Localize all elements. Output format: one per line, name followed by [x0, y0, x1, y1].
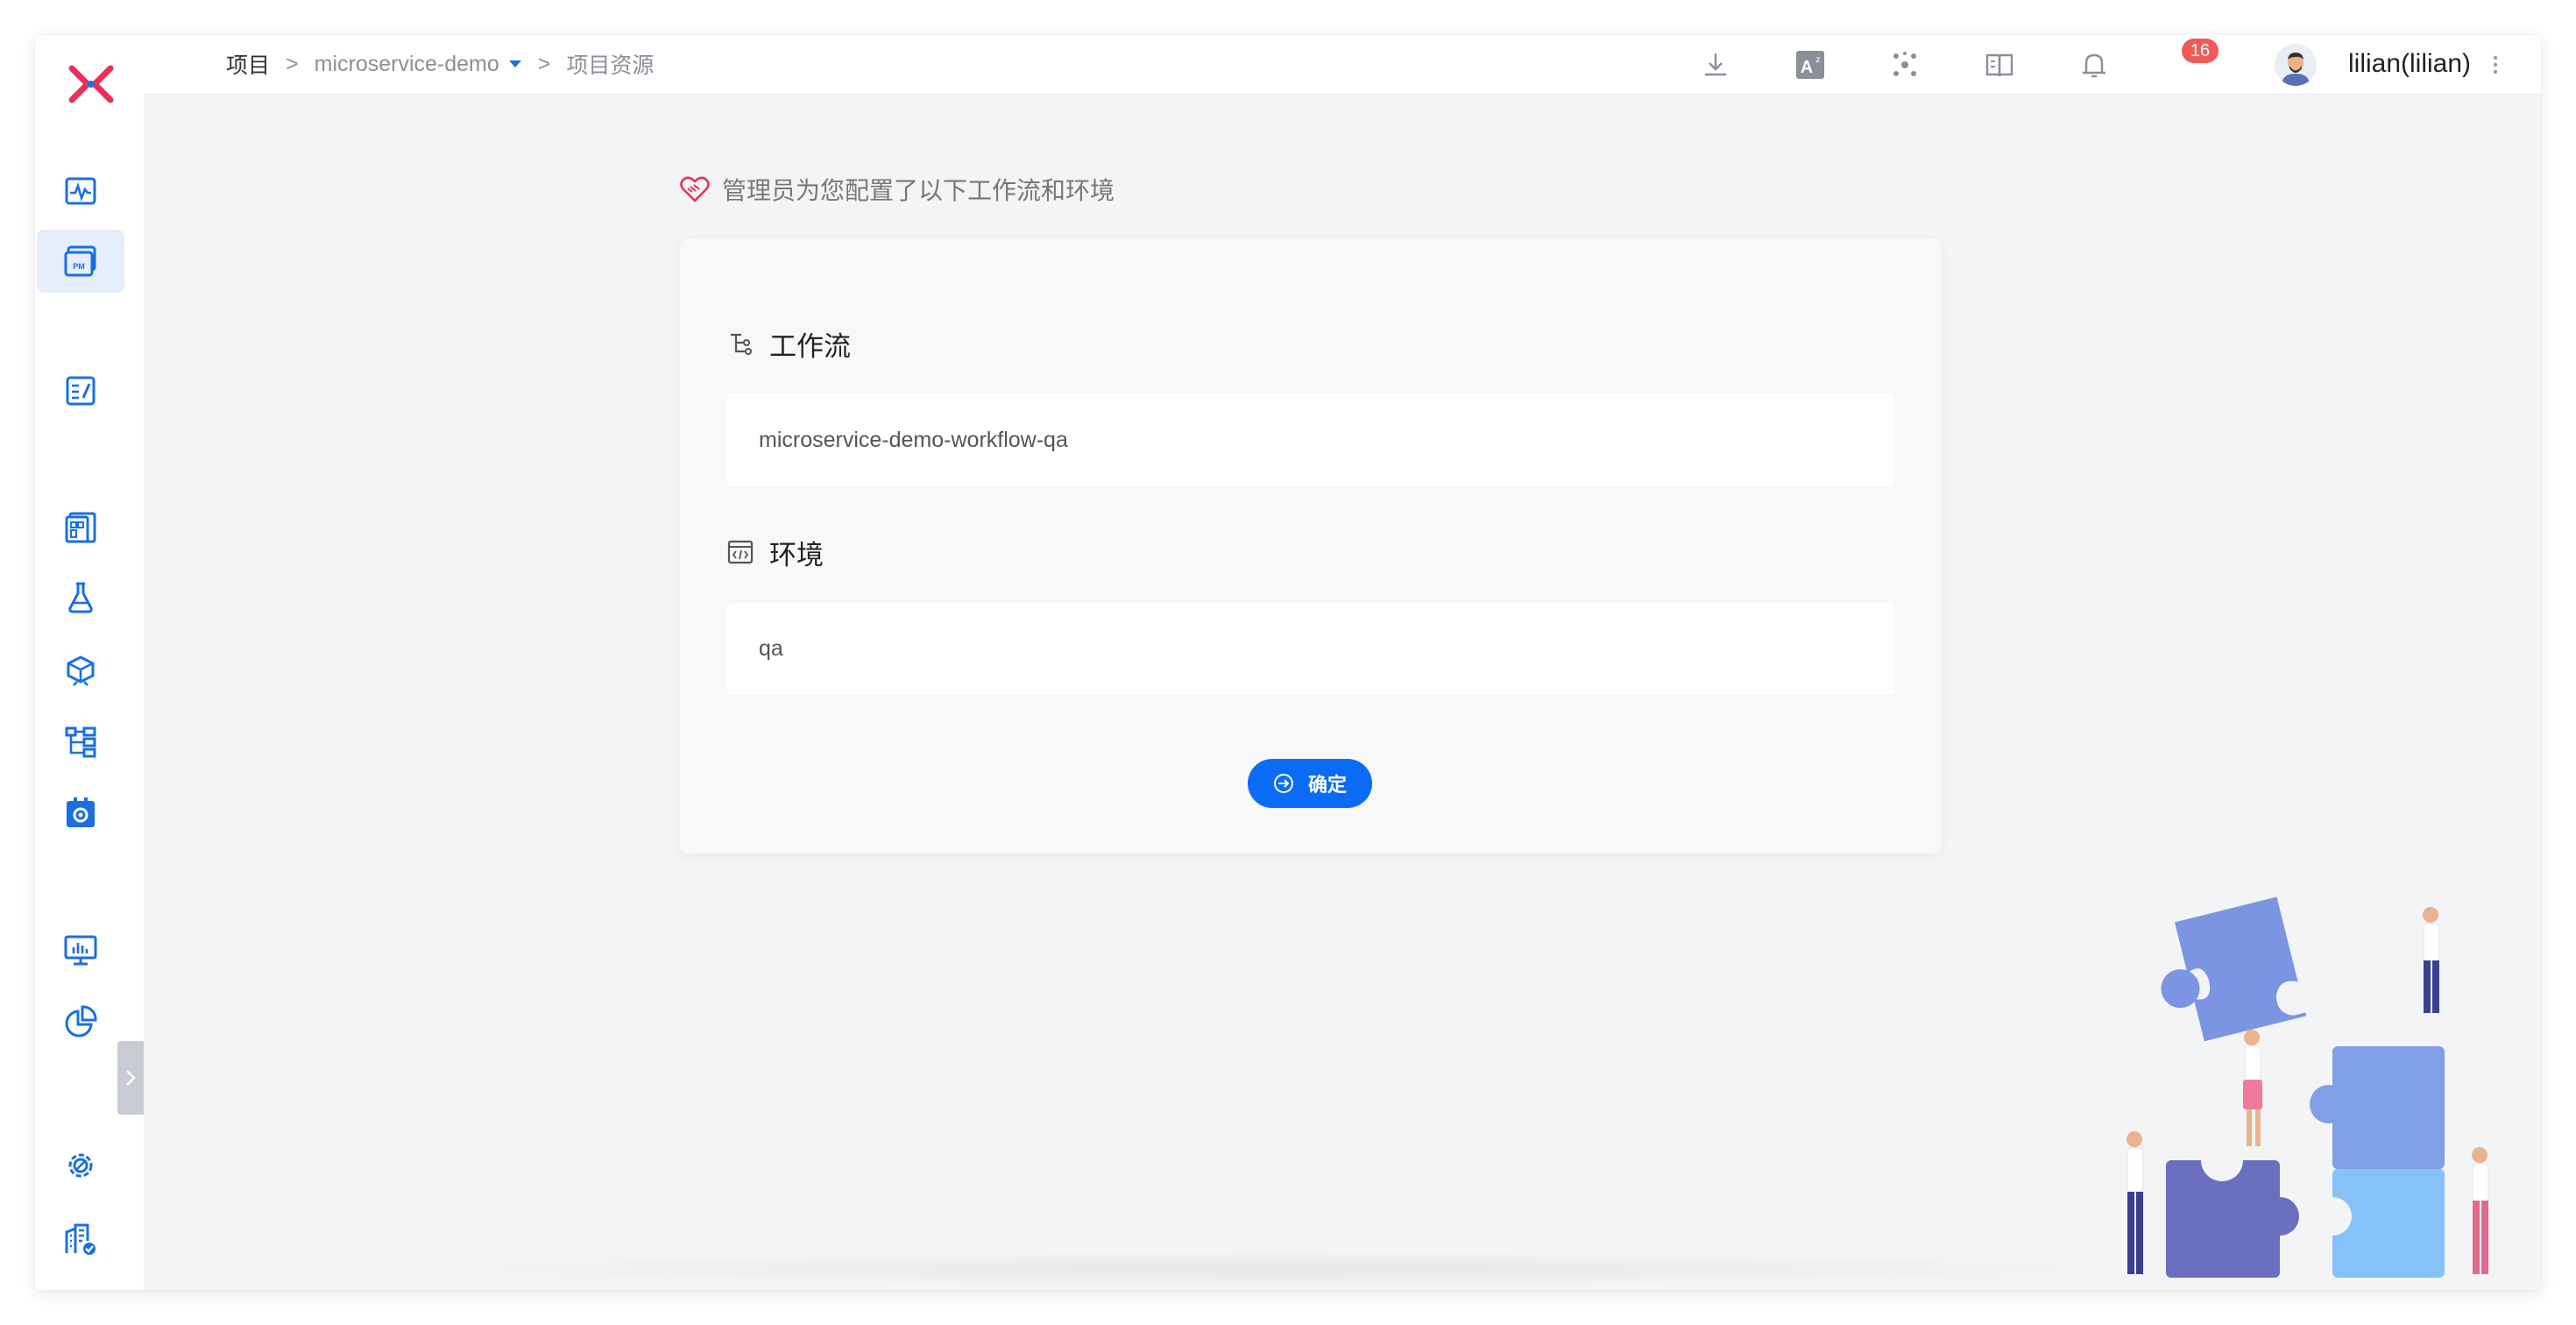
nav-monitor-pulse[interactable]	[37, 159, 124, 223]
building-check-icon	[65, 1223, 96, 1255]
breadcrumb-separator: >	[286, 51, 299, 76]
caret-down-icon	[508, 60, 521, 67]
docs-button[interactable]	[1982, 47, 2017, 82]
svg-text:PM: PM	[73, 262, 85, 271]
avatar[interactable]	[2275, 44, 2317, 86]
monitor-chart-icon	[64, 935, 97, 966]
workflow-item[interactable]: microservice-demo-workflow-qa	[727, 394, 1894, 485]
project-name: microservice-demo	[314, 51, 499, 76]
nav-settings-box[interactable]	[37, 782, 124, 845]
nav-flask[interactable]	[37, 566, 124, 629]
environment-section-title: 环境	[727, 535, 824, 570]
nav-project-pm[interactable]: PM	[37, 230, 124, 293]
project-selector[interactable]: microservice-demo	[315, 52, 522, 77]
cluster-icon	[1893, 52, 1916, 76]
book-icon	[1985, 53, 2013, 77]
nav-pie-chart[interactable]	[37, 990, 124, 1053]
confirm-button[interactable]: 确定	[1248, 759, 1372, 808]
username[interactable]: lilian(lilian)	[2348, 35, 2471, 93]
environment-title: 环境	[769, 539, 824, 570]
environment-code-icon	[727, 540, 754, 564]
pie-chart-icon	[65, 1005, 97, 1038]
settings-box-icon	[67, 797, 95, 827]
download-button[interactable]	[1698, 47, 1733, 82]
admin-notice: 管理员为您配置了以下工作流和环境	[680, 172, 1115, 207]
nav-package[interactable]	[37, 640, 124, 703]
svg-text:A: A	[1801, 58, 1813, 77]
workflow-name: microservice-demo-workflow-qa	[759, 427, 1068, 452]
more-vertical-icon	[2493, 55, 2498, 74]
translate-icon: A z	[1796, 51, 1824, 79]
workflow-title: 工作流	[769, 330, 851, 362]
cluster-button[interactable]	[1887, 47, 1922, 82]
nav-dashboard-grid[interactable]	[37, 496, 124, 559]
workflow-icon	[731, 333, 752, 355]
environment-name: qa	[759, 635, 783, 661]
workflow-tree-icon	[65, 726, 96, 758]
app-window: PM 项目 > microservice-demo > 项目资源 A z 16 …	[35, 35, 2541, 1290]
notifications-button[interactable]	[2077, 47, 2112, 82]
nav-settings[interactable]	[37, 1134, 124, 1197]
nav-building-check[interactable]	[37, 1208, 124, 1271]
dashboard-grid-icon	[65, 512, 96, 543]
handshake-heart-icon	[680, 176, 710, 202]
notice-text: 管理员为您配置了以下工作流和环境	[722, 177, 1115, 204]
confirm-label: 确定	[1307, 774, 1347, 796]
flask-icon	[68, 582, 93, 613]
edit-doc-icon	[66, 376, 96, 406]
resource-card: 工作流 microservice-demo-workflow-qa 环境 qa …	[680, 238, 1942, 854]
nav-edit-doc[interactable]	[37, 359, 124, 422]
notification-count-badge: 16	[2182, 39, 2219, 63]
floor-shadow	[403, 1251, 2155, 1286]
download-icon	[1705, 53, 1726, 76]
nav-workflow-tree[interactable]	[37, 710, 124, 773]
environment-item[interactable]: qa	[727, 603, 1894, 694]
translate-button[interactable]: A z	[1793, 47, 1828, 82]
bell-icon	[2083, 53, 2105, 78]
gear-icon	[68, 1153, 93, 1178]
svg-text:z: z	[1816, 55, 1821, 65]
puzzle-team-illustration	[2127, 896, 2489, 1278]
arrow-right-circle-icon	[1273, 774, 1293, 793]
package-icon	[67, 655, 95, 686]
sidebar: PM	[35, 35, 144, 1290]
top-bar: 项目 > microservice-demo > 项目资源 A z 16 lil…	[144, 35, 2541, 93]
workflow-section-title: 工作流	[727, 326, 851, 362]
more-menu-button[interactable]	[2485, 49, 2506, 81]
breadcrumb-current: 项目资源	[566, 53, 655, 78]
nav-monitor-chart[interactable]	[37, 918, 124, 981]
breadcrumb-separator: >	[537, 51, 551, 76]
breadcrumb: 项目 > microservice-demo > 项目资源	[226, 35, 654, 93]
sidebar-collapse-toggle[interactable]	[117, 1041, 144, 1115]
user-avatar-icon	[2275, 44, 2317, 86]
project-pm-icon: PM	[64, 245, 96, 277]
monitor-pulse-icon	[65, 177, 96, 205]
zadig-logo[interactable]	[56, 49, 126, 119]
breadcrumb-projects[interactable]: 项目	[226, 48, 270, 80]
chevron-right-icon	[126, 1070, 136, 1086]
